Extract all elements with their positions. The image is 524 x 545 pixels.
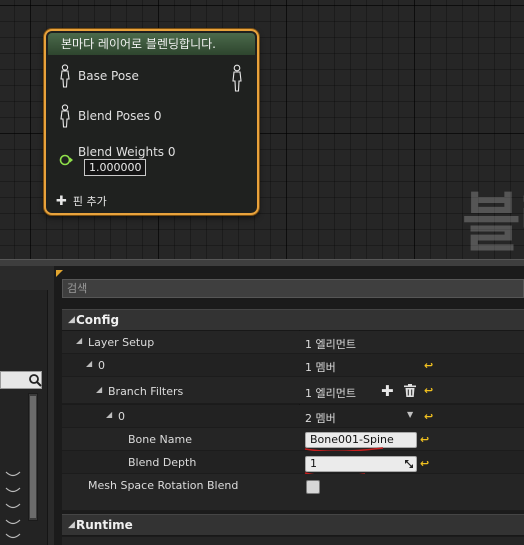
prop-value: 1 멤버 xyxy=(305,361,336,374)
category-title: Config xyxy=(76,313,120,327)
pose-pin-icon[interactable] xyxy=(58,64,72,88)
chevron-down-icon[interactable] xyxy=(4,502,22,512)
chevron-down-icon[interactable] xyxy=(4,470,22,480)
expand-arrow-icon[interactable]: ◢ xyxy=(76,336,82,345)
chevron-down-icon[interactable] xyxy=(4,532,22,542)
float-pin-icon[interactable] xyxy=(58,152,74,168)
prop-value: 1 엘리먼트 xyxy=(305,387,356,400)
prop-layer-setup-0[interactable]: ◢ 0 1 멤버 ↩ xyxy=(62,354,524,377)
category-title: Runtime xyxy=(76,518,133,532)
chevron-down-icon[interactable] xyxy=(4,518,22,528)
reset-to-default-icon[interactable]: ↩ xyxy=(424,359,433,372)
add-element-button[interactable]: ✚ xyxy=(381,382,394,400)
blend-weight-label: Blend Weights 0 xyxy=(78,145,176,159)
editor-root: 블렌 본마다 레이어로 블렌딩합니다. Base Pose Blend xyxy=(0,0,524,545)
runtime-first-row[interactable] xyxy=(62,537,524,545)
reset-to-default-icon[interactable]: ↩ xyxy=(420,457,429,470)
pin-blend-poses-0[interactable]: Blend Poses 0 xyxy=(46,104,257,128)
pin-label: Blend Poses 0 xyxy=(78,109,162,123)
search-icon xyxy=(29,374,42,387)
chevron-down-icon[interactable] xyxy=(4,486,22,496)
collapse-arrow-icon[interactable]: ◢ xyxy=(68,310,75,330)
panel-tab-marker xyxy=(56,270,63,277)
blend-depth-input[interactable]: 1 xyxy=(305,456,417,472)
pin-label: Base Pose xyxy=(78,69,139,83)
left-search-field[interactable] xyxy=(0,371,42,389)
prop-value: 1 엘리먼트 xyxy=(305,338,356,351)
left-scrollbar[interactable] xyxy=(28,393,38,521)
prop-branch-filter-0[interactable]: ◢ 0 2 멤버 ↩ xyxy=(62,405,524,428)
plus-icon: ✚ xyxy=(56,194,67,209)
reset-to-default-icon[interactable]: ↩ xyxy=(424,384,433,397)
node-title: 본마다 레이어로 블렌딩합니다. xyxy=(48,33,255,55)
prop-branch-filters[interactable]: ◢ Branch Filters 1 엘리먼트 ↩ xyxy=(62,377,524,404)
spin-drag-icon[interactable] xyxy=(404,459,414,469)
collapse-arrow-icon[interactable]: ◢ xyxy=(68,515,75,535)
prop-name: Layer Setup xyxy=(88,336,155,349)
prop-name: 0 xyxy=(98,359,105,372)
prop-mesh-space-rotation-blend[interactable]: Mesh Space Rotation Blend xyxy=(62,474,524,511)
prop-value: 2 멤버 xyxy=(305,412,336,425)
prop-bone-name[interactable]: Bone Name xyxy=(62,428,524,451)
blend-weight-input[interactable]: 1.000000 xyxy=(84,159,146,176)
output-pose-pin-icon[interactable] xyxy=(230,64,244,92)
prop-name: 0 xyxy=(118,410,125,423)
anim-graph-canvas[interactable]: 블렌 본마다 레이어로 블렌딩합니다. Base Pose Blend xyxy=(0,0,524,261)
dropdown-arrow-icon[interactable]: ▼ xyxy=(407,410,413,419)
layered-blend-node[interactable]: 본마다 레이어로 블렌딩합니다. Base Pose Blend Poses 0 xyxy=(44,29,259,215)
category-config[interactable]: ◢ Config xyxy=(62,309,524,331)
prop-name: Blend Depth xyxy=(128,456,197,469)
prop-name: Branch Filters xyxy=(108,385,184,398)
reset-to-default-icon[interactable]: ↩ xyxy=(424,410,433,423)
prop-blend-depth[interactable]: Blend Depth xyxy=(62,451,524,474)
panel-splitter[interactable] xyxy=(0,259,524,266)
graph-watermark: 블렌 xyxy=(462,187,524,261)
add-pin-label: 핀 추가 xyxy=(72,195,107,208)
expand-arrow-icon[interactable]: ◢ xyxy=(106,410,112,419)
trash-icon[interactable] xyxy=(404,384,416,397)
prop-layer-setup[interactable]: ◢ Layer Setup 1 엘리먼트 xyxy=(62,331,524,354)
prop-name: Mesh Space Rotation Blend xyxy=(88,479,239,492)
mesh-space-rotation-checkbox[interactable] xyxy=(306,480,320,494)
pose-pin-icon[interactable] xyxy=(58,104,72,128)
pin-base-pose[interactable]: Base Pose xyxy=(46,64,257,88)
scrollbar-thumb[interactable] xyxy=(30,396,36,518)
reset-to-default-icon[interactable]: ↩ xyxy=(420,433,429,446)
details-search-input[interactable]: 검색 xyxy=(62,279,524,298)
category-runtime[interactable]: ◢ Runtime xyxy=(62,514,524,536)
add-pin-button[interactable]: ✚ 핀 추가 xyxy=(56,193,107,209)
expand-arrow-icon[interactable]: ◢ xyxy=(96,385,102,394)
prop-name: Bone Name xyxy=(128,433,192,446)
expand-arrow-icon[interactable]: ◢ xyxy=(86,359,92,368)
